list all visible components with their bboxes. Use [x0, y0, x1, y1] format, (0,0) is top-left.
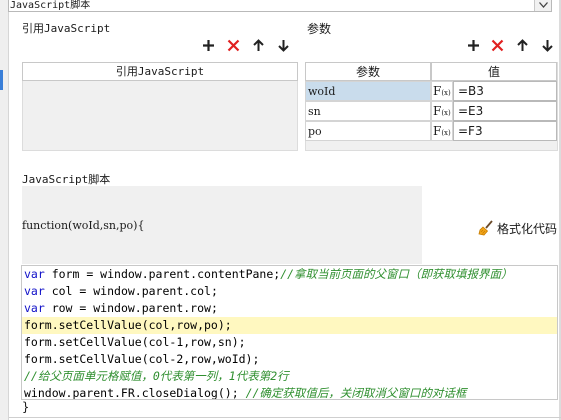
- ref-move-down-button[interactable]: [275, 37, 291, 53]
- code-line: var col = window.parent.col;: [24, 284, 218, 298]
- code-editor[interactable]: var form = window.parent.contentPane;//拿…: [21, 265, 558, 400]
- plus-icon: [202, 39, 214, 51]
- arrow-down-icon: [541, 39, 553, 52]
- format-code-button[interactable]: 格式化代码: [478, 219, 557, 237]
- code-line: form.setCellValue(col-1,row,sn);: [24, 335, 246, 349]
- close-icon: [491, 39, 503, 51]
- script-section-title: JavaScript脚本: [22, 173, 111, 186]
- arrow-up-icon: [516, 38, 528, 51]
- code-line-current: form.setCellValue(col,row,po);: [22, 317, 557, 334]
- ref-delete-button[interactable]: [225, 37, 241, 53]
- param-value-field[interactable]: =B3: [453, 81, 557, 101]
- script-type-select-value: JavaScript脚本: [10, 0, 91, 11]
- ref-move-up-button[interactable]: [250, 37, 266, 53]
- param-move-down-button[interactable]: [539, 37, 555, 53]
- chevron-down-icon[interactable]: [534, 0, 551, 11]
- formula-fx-button[interactable]: F(x): [431, 101, 453, 121]
- code-line: var form = window.parent.contentPane;//拿…: [24, 267, 513, 281]
- param-column-header-value: 值: [431, 62, 557, 81]
- param-move-up-button[interactable]: [514, 37, 530, 53]
- param-name-cell[interactable]: woId: [305, 81, 431, 101]
- format-code-label: 格式化代码: [497, 221, 558, 236]
- left-rail-marker: [0, 70, 3, 90]
- param-add-button[interactable]: [465, 37, 481, 53]
- close-icon: [227, 39, 239, 51]
- ref-column-header: 引用JavaScript: [22, 62, 298, 81]
- left-rail: [0, 0, 9, 420]
- param-name-cell[interactable]: po: [305, 121, 431, 141]
- broom-icon: [478, 220, 493, 236]
- code-line: form.setCellValue(col-2,row,woId);: [24, 352, 260, 366]
- formula-fx-button[interactable]: F(x): [431, 121, 453, 141]
- arrow-down-icon: [277, 39, 289, 52]
- formula-fx-button[interactable]: F(x): [431, 81, 453, 101]
- plus-icon: [467, 39, 479, 51]
- ref-section-title: 引用JavaScript: [22, 22, 111, 35]
- param-value-field[interactable]: =F3: [453, 121, 557, 141]
- function-signature: function(woId,sn,po){: [22, 219, 145, 232]
- param-section-title: 参数: [307, 22, 332, 36]
- param-name-cell[interactable]: sn: [305, 101, 431, 121]
- code-line: //给父页面单元格赋值，0代表第一列，1代表第2行: [24, 369, 289, 383]
- divider: [9, 417, 561, 418]
- param-value-field[interactable]: =E3: [453, 101, 557, 121]
- function-closing-brace: }: [22, 400, 30, 414]
- param-delete-button[interactable]: [489, 37, 505, 53]
- code-line: var row = window.parent.row;: [24, 301, 218, 315]
- arrow-up-icon: [252, 38, 264, 51]
- param-column-header-name: 参数: [305, 62, 431, 81]
- ref-add-button[interactable]: [200, 37, 216, 53]
- code-line: window.parent.FR.closeDialog(); //确定获取值后…: [24, 386, 467, 400]
